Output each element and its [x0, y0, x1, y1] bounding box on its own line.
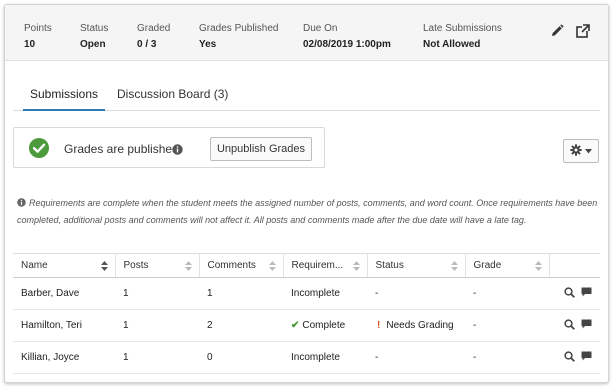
status-value: Open	[80, 39, 106, 50]
graded-value: 0 / 3	[137, 39, 157, 50]
checkmark-icon: ✔	[291, 320, 300, 331]
sort-icon	[534, 261, 542, 274]
table-row: Barber, Dave 1 1 Incomplete - -	[13, 277, 600, 310]
sort-icon	[450, 261, 458, 274]
grade-value: -	[465, 341, 549, 374]
posts-count: 1	[115, 309, 199, 342]
grading-status: -	[367, 277, 465, 310]
grades-published-panel: Grades are published Unpublish Grades	[13, 127, 325, 168]
column-header-status[interactable]: Status	[367, 253, 466, 278]
requirements-status: Incomplete	[283, 341, 367, 374]
points-field: Points 10	[24, 23, 52, 50]
column-header-name[interactable]: Name	[13, 253, 116, 278]
column-header-posts[interactable]: Posts	[115, 253, 200, 278]
sort-icon	[268, 261, 276, 274]
column-header-label: Name	[21, 260, 48, 271]
grading-status: ! Needs Grading	[367, 309, 465, 342]
pencil-icon[interactable]	[550, 24, 564, 38]
table-row: Hamilton, Teri 1 2 ✔ Complete ! Needs Grad…	[13, 309, 600, 342]
late-submissions-label: Late Submissions	[423, 23, 502, 34]
assignment-panel: Points 10 Status Open Graded 0 / 3 Grade…	[4, 4, 609, 383]
due-on-value: 02/08/2019 1:00pm	[303, 39, 391, 50]
column-header-label: Status	[375, 260, 404, 271]
due-on-field: Due On 02/08/2019 1:00pm	[303, 23, 391, 50]
late-submissions-value: Not Allowed	[423, 39, 481, 50]
late-submissions-field: Late Submissions Not Allowed	[423, 23, 502, 50]
exclamation-icon: !	[377, 320, 381, 331]
status-field: Status Open	[80, 23, 108, 50]
graded-field: Graded 0 / 3	[137, 23, 170, 50]
grading-status-text: -	[375, 352, 379, 363]
comment-icon[interactable]	[581, 287, 592, 300]
column-header-label: Requirem...	[291, 260, 344, 271]
unpublish-grades-button[interactable]: Unpublish Grades	[210, 137, 312, 161]
assignment-summary-bar: Points 10 Status Open Graded 0 / 3 Grade…	[5, 5, 608, 61]
header-actions	[550, 24, 590, 38]
graded-label: Graded	[137, 23, 171, 34]
tab-discussion-board[interactable]: Discussion Board (3)	[117, 87, 228, 111]
grade-value: -	[465, 309, 549, 342]
info-icon	[17, 196, 26, 212]
requirements-note: Requirements are complete when the stude…	[17, 195, 602, 228]
comments-count: 2	[199, 309, 283, 342]
column-header-comments[interactable]: Comments	[199, 253, 284, 278]
grade-value: -	[465, 277, 549, 310]
tab-submissions[interactable]: Submissions	[23, 87, 105, 111]
column-header-label: Comments	[207, 260, 256, 271]
requirements-text: Complete	[302, 320, 346, 331]
grading-status: -	[367, 341, 465, 374]
sort-icon	[184, 261, 192, 274]
student-name: Killian, Joyce	[13, 341, 115, 374]
requirements-status: Incomplete	[283, 277, 367, 310]
table-header-row: Name Posts Comments Requirem... Status G…	[13, 253, 600, 278]
student-name: Barber, Dave	[13, 277, 115, 310]
comment-icon[interactable]	[581, 319, 592, 332]
table-row: Killian, Joyce 1 0 Incomplete - -	[13, 341, 600, 374]
grades-published-value: Yes	[199, 39, 217, 50]
grades-published-text: Grades are published	[64, 142, 179, 156]
column-header-label: Grade	[473, 260, 502, 271]
comment-icon[interactable]	[581, 351, 592, 364]
column-header-grade[interactable]: Grade	[465, 253, 550, 278]
external-link-icon[interactable]	[576, 24, 590, 38]
row-actions	[549, 309, 600, 342]
status-label: Status	[80, 23, 109, 34]
due-on-label: Due On	[303, 23, 338, 34]
gear-icon	[570, 143, 582, 159]
requirements-note-text: Requirements are complete when the stude…	[17, 198, 598, 225]
check-circle-icon	[28, 137, 50, 164]
column-header-label: Posts	[123, 260, 149, 271]
search-icon[interactable]	[564, 318, 575, 333]
sort-icon	[352, 261, 360, 274]
comments-count: 1	[199, 277, 283, 310]
points-label: Points	[24, 23, 52, 34]
student-name: Hamilton, Teri	[13, 309, 115, 342]
grading-status-text: -	[375, 288, 379, 299]
search-icon[interactable]	[564, 350, 575, 365]
info-icon[interactable]	[172, 142, 183, 160]
settings-menu-button[interactable]	[563, 139, 599, 163]
grades-published-field: Grades Published Yes	[199, 23, 279, 50]
column-header-actions	[549, 253, 600, 278]
posts-count: 1	[115, 341, 199, 374]
row-actions	[549, 277, 600, 310]
submissions-table: Name Posts Comments Requirem... Status G…	[13, 253, 600, 374]
column-header-requirements[interactable]: Requirem...	[283, 253, 368, 278]
tab-bar: Submissions Discussion Board (3)	[13, 81, 600, 111]
search-icon[interactable]	[564, 286, 575, 301]
posts-count: 1	[115, 277, 199, 310]
requirements-text: Incomplete	[291, 288, 340, 299]
comments-count: 0	[199, 341, 283, 374]
grades-published-label: Grades Published	[199, 23, 279, 34]
requirements-status: ✔ Complete	[283, 309, 367, 342]
requirements-text: Incomplete	[291, 352, 340, 363]
grading-status-text: Needs Grading	[386, 320, 454, 331]
row-actions	[549, 341, 600, 374]
points-value: 10	[24, 39, 36, 50]
caret-down-icon	[585, 145, 592, 157]
sort-icon	[100, 261, 108, 274]
